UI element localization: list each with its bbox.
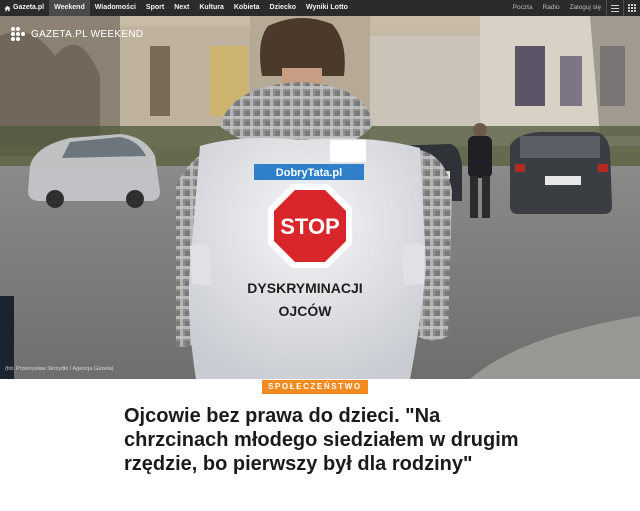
shirt-slogan-line2: OJCÓW — [279, 302, 333, 319]
shirt-slogan-line1: DYSKRYMINACJI — [247, 280, 362, 296]
shirt-banner-text: DobryTata.pl — [276, 167, 342, 179]
apps-grid-icon — [628, 4, 636, 12]
gazeta-weekend-logo[interactable]: GAZETA.PL WEEKEND — [10, 26, 143, 42]
nav-brand-gazeta[interactable]: Gazeta.pl — [0, 0, 49, 16]
apps-button[interactable] — [624, 0, 640, 16]
nav-item-dziecko[interactable]: Dziecko — [265, 0, 301, 16]
util-zaloguj[interactable]: Zaloguj się — [565, 0, 606, 16]
photo-credit: (fot. Przemysław Skrzydło / Agencja Gaze… — [5, 366, 114, 372]
hero-image[interactable]: DobryTata.pl STOP DYSKRYMINACJI OJCÓW GA… — [0, 16, 640, 379]
nav-item-sport[interactable]: Sport — [141, 0, 169, 16]
nav-item-wyniki-lotto[interactable]: Wyniki Lotto — [301, 0, 353, 16]
nav-item-kobieta[interactable]: Kobieta — [229, 0, 265, 16]
gazeta-dots-icon — [11, 27, 25, 41]
car-right — [510, 132, 612, 214]
nav-item-next[interactable]: Next — [169, 0, 194, 16]
utility-nav: Poczta Radio Zaloguj się — [508, 0, 640, 16]
menu-button[interactable] — [607, 0, 623, 16]
hero-photo: DobryTata.pl STOP DYSKRYMINACJI OJCÓW — [0, 16, 640, 379]
util-poczta[interactable]: Poczta — [508, 0, 538, 16]
top-navigation-bar: Gazeta.pl Weekend Wiadomości Sport Next … — [0, 0, 640, 16]
nav-brand-label: Gazeta.pl — [13, 4, 45, 11]
nav-item-wiadomosci[interactable]: Wiadomości — [90, 0, 141, 16]
menu-icon — [611, 4, 619, 12]
nav-item-weekend[interactable]: Weekend — [49, 0, 90, 16]
logo-text: GAZETA.PL WEEKEND — [31, 28, 144, 40]
main-nav: Gazeta.pl Weekend Wiadomości Sport Next … — [0, 0, 353, 16]
home-icon — [4, 5, 11, 11]
category-badge[interactable]: SPOŁECZEŃSTWO — [262, 380, 368, 394]
article-headline: Ojcowie bez prawa do dzieci. "Na chrzcin… — [124, 405, 519, 475]
nav-item-kultura[interactable]: Kultura — [194, 0, 229, 16]
stop-sign-text: STOP — [280, 214, 340, 239]
util-radio[interactable]: Radio — [538, 0, 565, 16]
